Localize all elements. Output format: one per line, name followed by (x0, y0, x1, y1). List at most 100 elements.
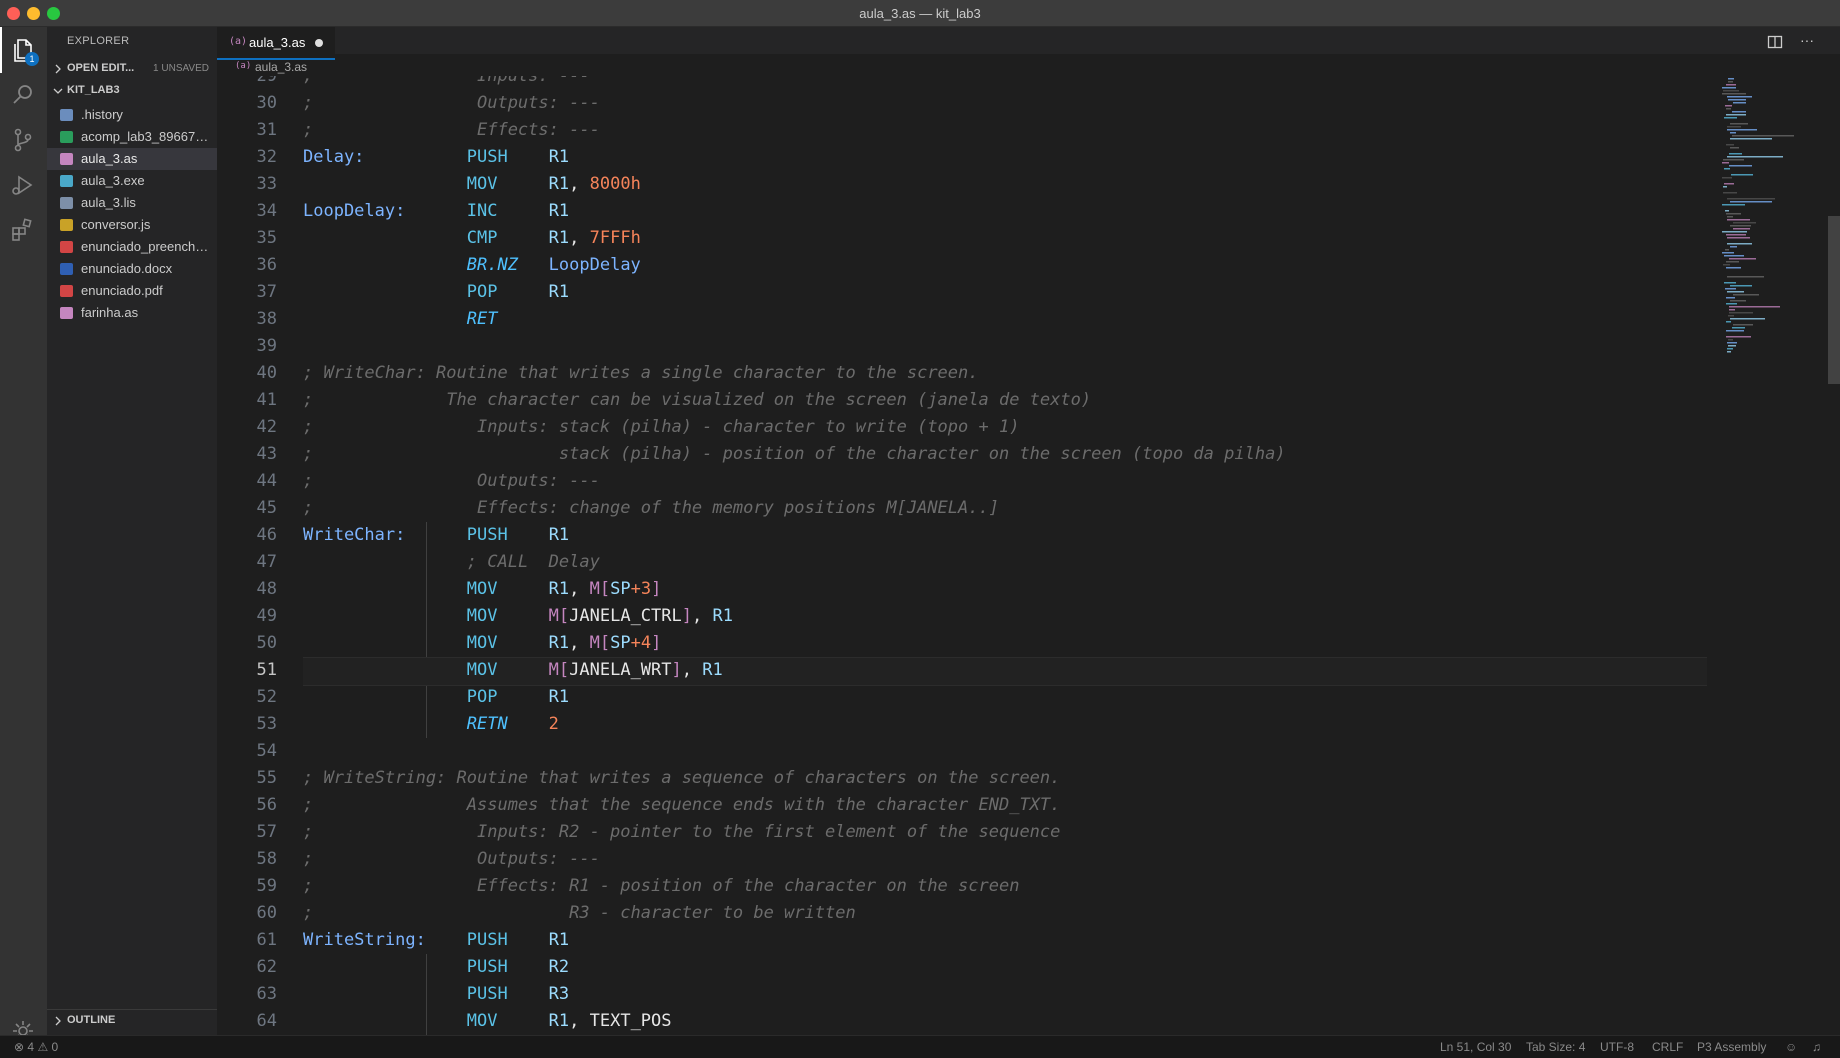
code-line[interactable]: 51 MOV M[JANELA_WRT], R1 (217, 657, 1707, 686)
code-line[interactable]: 53 RETN 2 (217, 711, 1707, 738)
file-item[interactable]: .history (47, 104, 217, 126)
code-line[interactable]: 34 LoopDelay: INC R1 (217, 198, 1707, 225)
line-code: MOV R1, M[SP+3] (303, 579, 662, 599)
code-line[interactable]: 44 ; Outputs: --- (217, 468, 1707, 495)
line-code: LoopDelay: INC R1 (303, 201, 569, 221)
minimap-line (1726, 330, 1744, 332)
code-line[interactable]: 42 ; Inputs: stack (pilha) - character to… (217, 414, 1707, 441)
code-line[interactable]: 46 WriteChar: PUSH R1 (217, 522, 1707, 549)
code-line[interactable]: 33 MOV R1, 8000h (217, 171, 1707, 198)
file-item[interactable]: enunciado.pdf (47, 280, 217, 302)
code-line[interactable]: 50 MOV R1, M[SP+4] (217, 630, 1707, 657)
code-line[interactable]: 57 ; Inputs: R2 - pointer to the first el… (217, 819, 1707, 846)
code-line[interactable]: 59 ; Effects: R1 - position of the charac… (217, 873, 1707, 900)
tab-aula-3-as[interactable]: (a) aula_3.as (217, 27, 335, 60)
code-line[interactable]: 54 (217, 738, 1707, 765)
folder-section-kit-lab3[interactable]: KIT_LAB3 (47, 80, 217, 102)
minimap-line (1726, 144, 1734, 146)
file-item[interactable]: enunciado_preenchid... (47, 236, 217, 258)
code-line[interactable]: 62 PUSH R2 (217, 954, 1707, 981)
line-number: 36 (256, 255, 277, 275)
minimap-line (1729, 165, 1752, 167)
breadcrumb-file[interactable]: aula_3.as (255, 60, 307, 74)
code-line[interactable]: 56 ; Assumes that the sequence ends with … (217, 792, 1707, 819)
code-line[interactable]: 49 MOV M[JANELA_CTRL], R1 (217, 603, 1707, 630)
file-item[interactable]: aula_3.as (47, 148, 217, 170)
file-item[interactable]: enunciado.docx (47, 258, 217, 280)
code-line[interactable]: 48 MOV R1, M[SP+3] (217, 576, 1707, 603)
minimap-line (1726, 261, 1739, 263)
code-line[interactable]: 32 Delay: PUSH R1 (217, 144, 1707, 171)
minimap-line (1733, 228, 1750, 230)
problems-indicator[interactable]: ⊗ 4 ⚠ 0 (14, 1040, 58, 1054)
code-token: ] (651, 579, 662, 599)
file-item[interactable]: acomp_lab3_89667_9... (47, 126, 217, 148)
file-item[interactable]: farinha.as (47, 302, 217, 324)
file-item[interactable]: conversor.js (47, 214, 217, 236)
code-line[interactable]: 36 BR.NZ LoopDelay (217, 252, 1707, 279)
code-line[interactable]: 43 ; stack (pilha) - position of the char… (217, 441, 1707, 468)
code-line[interactable]: 30 ; Outputs: --- (217, 90, 1707, 117)
extensions-icon[interactable] (9, 216, 37, 244)
line-code: ; stack (pilha) - position of the charac… (303, 444, 1286, 464)
tab-size[interactable]: Tab Size: 4 (1526, 1040, 1585, 1054)
feedback-icon[interactable]: ☺ (1785, 1040, 1797, 1054)
error-count: 4 (27, 1040, 35, 1054)
line-code: BR.NZ LoopDelay (303, 255, 641, 275)
split-editor-icon[interactable] (1766, 33, 1784, 51)
code-line[interactable]: 29 ; Inputs: --- (217, 76, 1707, 90)
code-line[interactable]: 40 ; WriteChar: Routine that writes a sin… (217, 360, 1707, 387)
search-icon[interactable] (9, 81, 37, 109)
tab-label: aula_3.as (249, 35, 306, 50)
code-line[interactable]: 64 MOV R1, TEXT_POS (217, 1008, 1707, 1035)
file-item[interactable]: aula_3.lis (47, 192, 217, 214)
source-control-icon[interactable] (9, 126, 37, 154)
code-editor[interactable]: 29 ; Inputs: --- 30 ; Outputs: --- 31 ; Effec… (217, 76, 1707, 1036)
code-line[interactable]: 37 POP R1 (217, 279, 1707, 306)
code-token: ; Inputs: --- (303, 76, 590, 86)
code-token: M[ (589, 579, 611, 599)
vertical-scrollbar[interactable] (1828, 216, 1840, 384)
code-line[interactable]: 45 ; Effects: change of the memory positi… (217, 495, 1707, 522)
code-line[interactable]: 31 ; Effects: --- (217, 117, 1707, 144)
line-ending[interactable]: CRLF (1652, 1040, 1683, 1054)
encoding[interactable]: UTF-8 (1600, 1040, 1634, 1054)
language-mode[interactable]: P3 Assembly (1697, 1040, 1766, 1054)
minimap[interactable] (1712, 76, 1832, 416)
code-line[interactable]: 35 CMP R1, 7FFFh (217, 225, 1707, 252)
minimap-line (1730, 318, 1765, 320)
code-line[interactable]: 58 ; Outputs: --- (217, 846, 1707, 873)
notifications-bell-icon[interactable]: ♫ (1812, 1040, 1821, 1054)
code-line[interactable]: 61 WriteString: PUSH R1 (217, 927, 1707, 954)
code-token: 7FFFh (589, 228, 641, 248)
minimap-line (1732, 327, 1745, 329)
code-line[interactable]: 47 ; CALL Delay (217, 549, 1707, 576)
code-line[interactable]: 60 ; R3 - character to be written (217, 900, 1707, 927)
minimap-line (1723, 192, 1737, 194)
code-line[interactable]: 52 POP R1 (217, 684, 1707, 711)
line-code: MOV R1, M[SP+4] (303, 633, 662, 653)
more-actions-icon[interactable]: ··· (1796, 33, 1818, 51)
line-code: ; Assumes that the sequence ends with th… (303, 795, 1060, 815)
code-line[interactable]: 63 PUSH R3 (217, 981, 1707, 1008)
minimap-line (1728, 81, 1733, 83)
cursor-position[interactable]: Ln 51, Col 30 (1440, 1040, 1511, 1054)
code-line[interactable]: 41 ; The character can be visualized on t… (217, 387, 1707, 414)
file-item[interactable]: aula_3.exe (47, 170, 217, 192)
minimap-line (1724, 255, 1744, 257)
explorer-icon[interactable]: 1 (0, 27, 39, 73)
file-name: .history (81, 107, 123, 122)
minimap-line (1730, 147, 1739, 149)
unsaved-dot-icon[interactable] (315, 39, 323, 47)
code-token: , (569, 228, 590, 248)
outline-section[interactable]: OUTLINE (47, 1009, 217, 1032)
run-debug-icon[interactable] (9, 171, 37, 199)
warning-count: 0 (51, 1040, 59, 1054)
code-line[interactable]: 39 (217, 333, 1707, 360)
code-line[interactable]: 55 ; WriteString: Routine that writes a s… (217, 765, 1707, 792)
code-line[interactable]: 38 RET (217, 306, 1707, 333)
open-editors-section[interactable]: OPEN EDIT... 1 UNSAVED (47, 58, 217, 80)
file-name: aula_3.lis (81, 195, 136, 210)
line-code: Delay: PUSH R1 (303, 147, 569, 167)
